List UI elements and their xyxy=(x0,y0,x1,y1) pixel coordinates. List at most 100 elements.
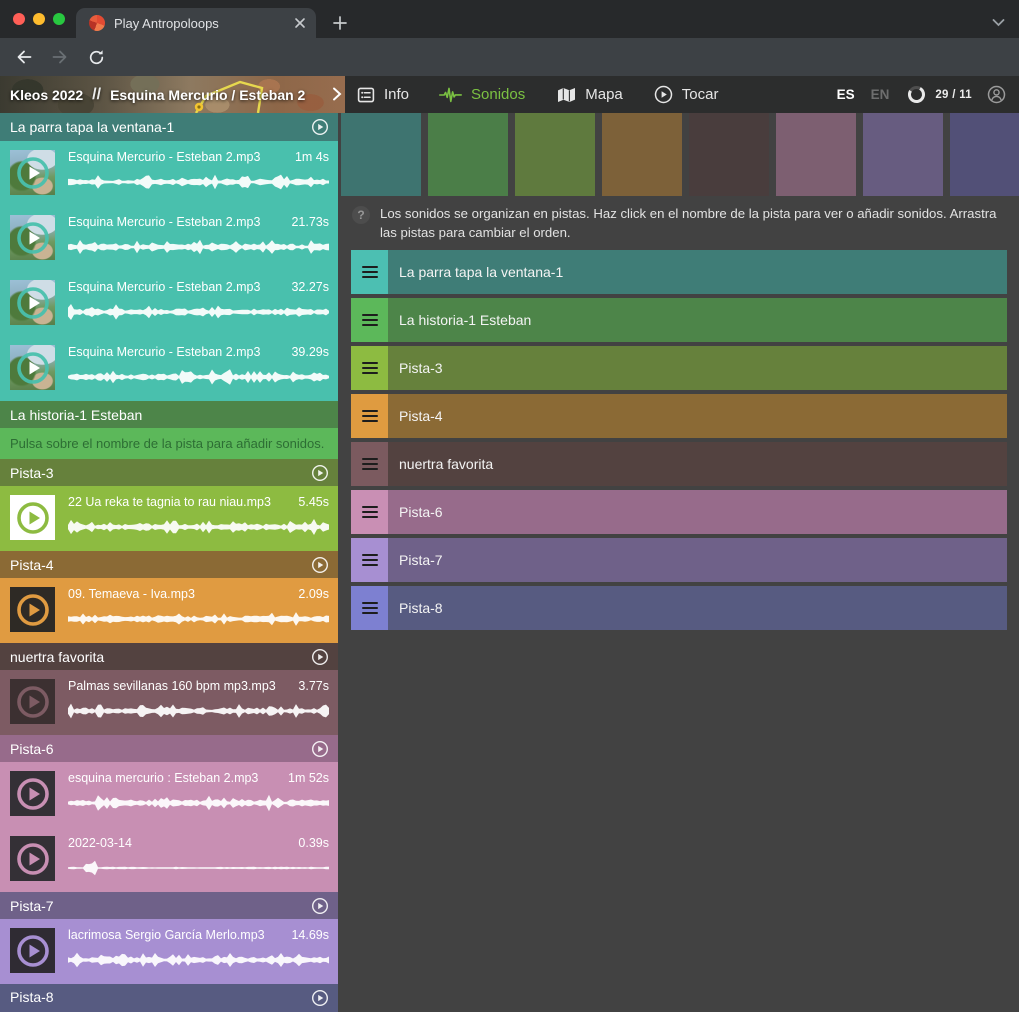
project-map-thumbnail[interactable]: Kleos 2022 // Esquina Mercurio / Esteban… xyxy=(0,76,345,113)
track-swatch[interactable] xyxy=(515,113,595,196)
track-header[interactable]: Pista-3 xyxy=(0,459,338,486)
drag-handle[interactable] xyxy=(351,298,388,342)
clip-duration: 1m 4s xyxy=(295,150,329,164)
new-tab-button[interactable] xyxy=(328,11,352,35)
tab-info[interactable]: Info xyxy=(357,86,409,104)
audio-clip[interactable]: 2022-03-140.39s xyxy=(0,827,338,892)
track-header-label: Pista-7 xyxy=(10,898,311,914)
track-swatch[interactable] xyxy=(428,113,508,196)
track-row[interactable]: Pista-8 xyxy=(351,586,1007,630)
drag-handle[interactable] xyxy=(351,250,388,294)
track-swatch[interactable] xyxy=(863,113,943,196)
track-header[interactable]: Pista-6 xyxy=(0,735,338,762)
tab-sonidos[interactable]: Sonidos xyxy=(439,86,525,103)
waveform xyxy=(68,699,330,723)
play-track-icon[interactable] xyxy=(311,556,329,574)
audio-clip[interactable]: esquina mercurio : Esteban 2.mp31m 52s xyxy=(0,762,338,827)
clip-thumbnail[interactable] xyxy=(10,495,55,540)
clip-play-icon[interactable] xyxy=(15,841,51,877)
track-row[interactable]: Pista-6 xyxy=(351,490,1007,534)
window-maximize-button[interactable] xyxy=(53,13,65,25)
track-row[interactable]: Pista-7 xyxy=(351,538,1007,582)
track-header[interactable]: Pista-7 xyxy=(0,892,338,919)
project-name: Kleos 2022 xyxy=(10,87,83,103)
clip-play-icon[interactable] xyxy=(15,684,51,720)
track-row[interactable]: Pista-3 xyxy=(351,346,1007,390)
window-close-button[interactable] xyxy=(13,13,25,25)
track-swatch[interactable] xyxy=(776,113,856,196)
clip-thumbnail[interactable] xyxy=(10,587,55,632)
track-row-body[interactable]: Pista-3 xyxy=(388,346,1007,390)
account-button[interactable] xyxy=(987,85,1006,104)
tab-tocar[interactable]: Tocar xyxy=(654,85,719,104)
track-header[interactable]: Pista-4 xyxy=(0,551,338,578)
play-track-icon[interactable] xyxy=(311,118,329,136)
track-header[interactable]: La historia-1 Esteban xyxy=(0,401,338,428)
clip-play-icon[interactable] xyxy=(15,933,51,969)
drag-handle[interactable] xyxy=(351,442,388,486)
clip-play-icon[interactable] xyxy=(15,350,51,386)
drag-handle[interactable] xyxy=(351,490,388,534)
clip-thumbnail[interactable] xyxy=(10,280,55,325)
track-row-body[interactable]: Pista-6 xyxy=(388,490,1007,534)
track-swatch[interactable] xyxy=(950,113,1019,196)
forward-button[interactable] xyxy=(48,45,72,69)
track-swatch[interactable] xyxy=(602,113,682,196)
play-track-icon[interactable] xyxy=(311,648,329,666)
drag-handle[interactable] xyxy=(351,538,388,582)
lang-en-button[interactable]: EN xyxy=(871,87,890,102)
clip-thumbnail[interactable] xyxy=(10,215,55,260)
audio-clip[interactable]: 09. Temaeva - Iva.mp32.09s xyxy=(0,578,338,643)
clip-play-icon[interactable] xyxy=(15,155,51,191)
lang-es-button[interactable]: ES xyxy=(837,87,855,102)
track-row-body[interactable]: nuertra favorita xyxy=(388,442,1007,486)
track-row-body[interactable]: La historia-1 Esteban xyxy=(388,298,1007,342)
clip-name: Esquina Mercurio - Esteban 2.mp3 xyxy=(68,150,260,164)
audio-clip[interactable]: Palmas sevillanas 160 bpm mp3.mp33.77s xyxy=(0,670,338,735)
track-row[interactable]: nuertra favorita xyxy=(351,442,1007,486)
track-row[interactable]: Pista-4 xyxy=(351,394,1007,438)
track-swatch[interactable] xyxy=(341,113,421,196)
clip-thumbnail[interactable] xyxy=(10,679,55,724)
clip-play-icon[interactable] xyxy=(15,220,51,256)
audio-clip[interactable]: lacrimosa Sergio García Merlo.mp314.69s xyxy=(0,919,338,984)
drag-handle[interactable] xyxy=(351,346,388,390)
tab-close-icon[interactable] xyxy=(294,17,306,29)
clip-thumbnail[interactable] xyxy=(10,928,55,973)
window-minimize-button[interactable] xyxy=(33,13,45,25)
track-header[interactable]: nuertra favorita xyxy=(0,643,338,670)
track-row-body[interactable]: Pista-7 xyxy=(388,538,1007,582)
track-row[interactable]: La historia-1 Esteban xyxy=(351,298,1007,342)
clip-play-icon[interactable] xyxy=(15,285,51,321)
play-track-icon[interactable] xyxy=(311,464,329,482)
clip-thumbnail[interactable] xyxy=(10,150,55,195)
tab-mapa[interactable]: Mapa xyxy=(557,86,623,103)
audio-clip[interactable]: 22 Ua reka te tagnia to rau niau.mp35.45… xyxy=(0,486,338,551)
track-header[interactable]: La parra tapa la ventana-1 xyxy=(0,113,338,141)
clip-play-icon[interactable] xyxy=(15,776,51,812)
track-row-body[interactable]: Pista-8 xyxy=(388,586,1007,630)
drag-handle[interactable] xyxy=(351,586,388,630)
clip-play-icon[interactable] xyxy=(15,592,51,628)
clip-play-icon[interactable] xyxy=(15,500,51,536)
track-row-body[interactable]: La parra tapa la ventana-1 xyxy=(388,250,1007,294)
audio-clip[interactable]: Esquina Mercurio - Esteban 2.mp3 1m 4s xyxy=(0,141,338,206)
track-header[interactable]: Pista-8 xyxy=(0,984,338,1012)
reload-button[interactable] xyxy=(84,45,108,69)
play-track-icon[interactable] xyxy=(311,740,329,758)
audio-clip[interactable]: Esquina Mercurio - Esteban 2.mp321.73s xyxy=(0,206,338,271)
drag-handle[interactable] xyxy=(351,394,388,438)
track-row-body[interactable]: Pista-4 xyxy=(388,394,1007,438)
track-row[interactable]: La parra tapa la ventana-1 xyxy=(351,250,1007,294)
audio-clip[interactable]: Esquina Mercurio - Esteban 2.mp332.27s xyxy=(0,271,338,336)
tab-search-button[interactable] xyxy=(992,14,1005,32)
clip-thumbnail[interactable] xyxy=(10,345,55,390)
back-button[interactable] xyxy=(12,45,36,69)
play-track-icon[interactable] xyxy=(311,897,329,915)
play-track-icon[interactable] xyxy=(311,989,329,1007)
browser-tab[interactable]: Play Antropoloops xyxy=(76,8,316,38)
clip-thumbnail[interactable] xyxy=(10,771,55,816)
track-swatch[interactable] xyxy=(689,113,769,196)
clip-thumbnail[interactable] xyxy=(10,836,55,881)
audio-clip[interactable]: Esquina Mercurio - Esteban 2.mp339.29s xyxy=(0,336,338,401)
